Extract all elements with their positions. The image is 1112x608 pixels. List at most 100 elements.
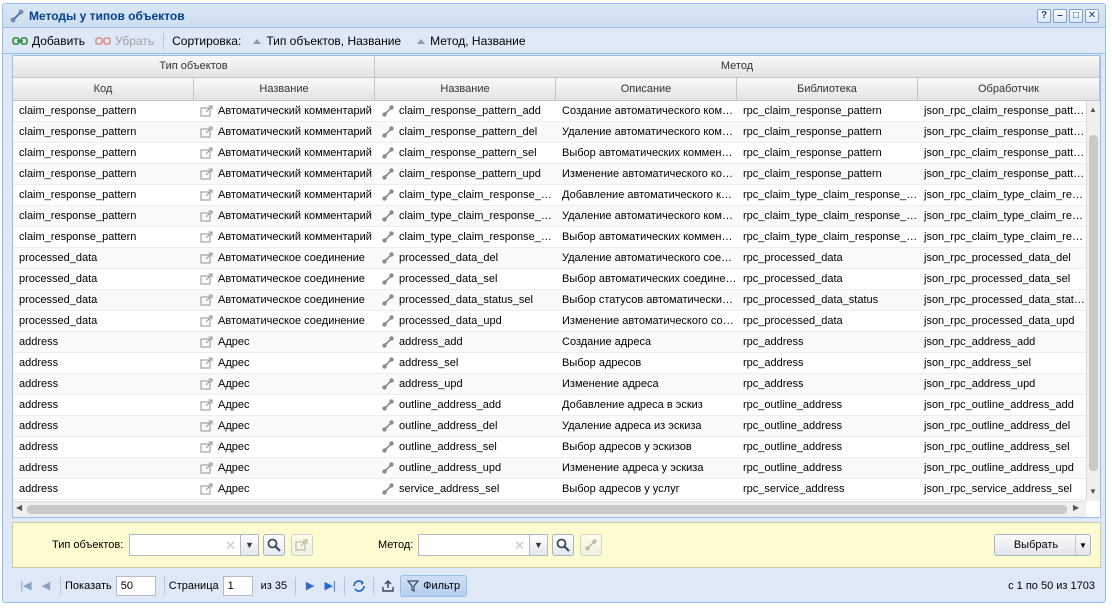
table-row[interactable]: address Адрес address_upd Изменение адреса r… [13,374,1086,395]
cell-description: Удаление автоматического комментария [556,206,737,226]
cell-method-name: claim_type_claim_response_pattern_sel [375,227,556,247]
object-type-search-button[interactable] [263,534,285,556]
cell-handler: json_rpc_address_add [918,332,1086,352]
last-page-icon[interactable]: ▶| [320,576,340,596]
sort-object-type-button[interactable]: Тип объектов, Название [245,34,409,48]
table-row[interactable]: address Адрес outline_address_sel Выбор адр… [13,437,1086,458]
cell-method-name: claim_response_pattern_del [375,122,556,142]
table-row[interactable]: processed_data Автоматическое соединение p… [13,269,1086,290]
minimize-icon[interactable]: – [1053,8,1067,23]
prev-page-icon[interactable]: ◀ [36,576,56,596]
refresh-icon[interactable] [349,576,369,596]
scroll-left-icon[interactable]: ◀ [16,503,22,512]
filter-toggle-button[interactable]: Фильтр [400,574,468,597]
cell-text: Адрес [218,420,250,432]
table-row[interactable]: claim_response_pattern Автоматический ком… [13,227,1086,248]
column-header-library[interactable]: Библиотека [737,78,918,101]
cell-handler: json_rpc_processed_data_sel [918,269,1086,289]
cell-text: claim_type_claim_response_pattern_add [399,189,556,201]
method-search-button[interactable] [552,534,574,556]
method-combo[interactable]: ✕ ▼ [418,534,548,556]
cell-text: Автоматический комментарий [218,105,372,117]
sort-method-button[interactable]: Метод, Название [409,34,533,48]
cell-text: address [19,357,59,369]
table-row[interactable]: processed_data Автоматическое соединение p… [13,248,1086,269]
vertical-scroll-thumb[interactable] [1089,135,1098,471]
scroll-down-icon[interactable]: ▼ [1089,487,1097,496]
method-link-icon [382,294,394,306]
cell-text: rpc_service_address [743,483,845,495]
scroll-up-icon[interactable]: ▲ [1089,105,1097,114]
cell-object-name: Адрес [194,437,375,457]
window-link-icon [295,539,308,551]
first-page-icon[interactable]: |◀ [16,576,36,596]
close-icon[interactable]: ✕ [1085,8,1099,23]
table-row[interactable]: processed_data Автоматическое соединение p… [13,311,1086,332]
select-button[interactable]: Выбрать ▼ [994,534,1091,556]
cell-code: claim_response_pattern [13,122,194,142]
maximize-icon[interactable]: □ [1069,8,1083,23]
window-link-icon [200,252,213,264]
pager-separator [295,576,297,595]
clear-icon[interactable]: ✕ [225,538,236,554]
chevron-down-icon[interactable]: ▼ [529,535,547,555]
table-row[interactable]: claim_response_pattern Автоматический ком… [13,101,1086,122]
object-type-open-button[interactable] [291,534,313,556]
table-row[interactable]: address Адрес service_address_sel Выбор адр… [13,479,1086,500]
table-row[interactable]: address Адрес address_sel Выбор адресов rpc_… [13,353,1086,374]
table-row[interactable]: claim_response_pattern Автоматический ком… [13,185,1086,206]
header-group-object-type[interactable]: Тип объектов [13,56,375,78]
column-header-description[interactable]: Описание [556,78,737,101]
column-header-code[interactable]: Код [13,78,194,101]
cell-handler: json_rpc_processed_data_upd [918,311,1086,331]
page-size-input[interactable]: 50 [115,575,156,596]
cell-text: json_rpc_processed_data_del [924,252,1071,264]
cell-description: Создание адреса [556,332,737,352]
table-row[interactable]: address Адрес address_add Создание адреса rp… [13,332,1086,353]
cell-library: rpc_claim_response_pattern [737,143,918,163]
export-icon[interactable] [378,576,398,596]
table-row[interactable]: claim_response_pattern Автоматический ком… [13,164,1086,185]
method-filter-label: Метод: [378,539,414,551]
cell-description: Выбор адресов у эскизов [556,437,737,457]
table-row[interactable]: address Адрес outline_address_del Удаление … [13,416,1086,437]
table-row[interactable]: address Адрес outline_address_add Добавлени… [13,395,1086,416]
chevron-down-icon[interactable]: ▼ [1075,535,1090,555]
add-button[interactable]: Добавить [7,31,90,51]
cell-text: json_rpc_claim_response_pattern_upd [924,168,1086,180]
cell-method-name: outline_address_add [375,395,556,415]
column-header-method-name[interactable]: Название [375,78,556,101]
table-row[interactable]: claim_response_pattern Автоматический ком… [13,122,1086,143]
cell-text: Автоматический комментарий [218,147,372,159]
horizontal-scrollbar[interactable]: ◀ ▶ [13,501,1086,517]
vertical-scrollbar[interactable]: ▲ ▼ [1086,101,1100,501]
cell-text: rpc_claim_response_pattern [743,168,882,180]
next-page-icon[interactable]: ▶ [300,576,320,596]
scroll-right-icon[interactable]: ▶ [1073,503,1079,512]
cell-text: rpc_claim_type_claim_response_pattern [743,210,918,222]
horizontal-scroll-thumb[interactable] [27,505,1067,514]
cell-text: Автоматическое соединение [218,252,365,264]
cell-description: Удаление автоматического комментария [556,122,737,142]
cell-method-name: processed_data_status_sel [375,290,556,310]
cell-object-name: Автоматический комментарий [194,185,375,205]
method-open-button[interactable] [580,534,602,556]
page-number-input[interactable]: 1 [222,575,253,596]
clear-icon[interactable]: ✕ [514,538,525,554]
header-group-method[interactable]: Метод [375,56,1100,78]
cell-text: Изменение автоматического комментария [562,168,737,180]
column-header-object-name[interactable]: Название [194,78,375,101]
cell-description: Удаление автоматического соединения [556,248,737,268]
cell-method-name: outline_address_sel [375,437,556,457]
table-row[interactable]: processed_data Автоматическое соединение p… [13,290,1086,311]
table-row[interactable]: claim_response_pattern Автоматический ком… [13,206,1086,227]
chevron-down-icon[interactable]: ▼ [240,535,258,555]
table-row[interactable]: claim_response_pattern Автоматический ком… [13,143,1086,164]
table-row[interactable]: address Адрес outline_address_upd Изменение… [13,458,1086,479]
column-header-handler[interactable]: Обработчик [918,78,1100,101]
object-type-combo[interactable]: ✕ ▼ [129,534,259,556]
cell-text: Адрес [218,483,250,495]
remove-button[interactable]: Убрать [90,31,159,51]
window-link-icon [200,273,213,285]
help-icon[interactable]: ? [1037,8,1051,23]
